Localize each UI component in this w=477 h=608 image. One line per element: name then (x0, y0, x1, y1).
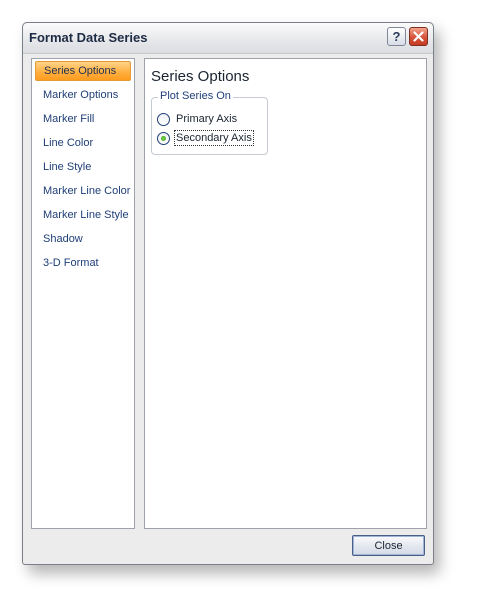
nav-item-3d-format[interactable]: 3-D Format (35, 253, 131, 273)
close-button[interactable]: Close (352, 535, 425, 556)
window-close-button[interactable] (409, 27, 428, 46)
nav-item-line-color[interactable]: Line Color (35, 133, 131, 153)
help-icon: ? (392, 29, 401, 44)
nav-item-series-options[interactable]: Series Options (35, 61, 131, 81)
dialog-title: Format Data Series (29, 30, 148, 45)
nav-item-marker-line-color[interactable]: Marker Line Color (35, 181, 131, 201)
nav-item-marker-options[interactable]: Marker Options (35, 85, 131, 105)
options-panel: Series Options Plot Series On Primary Ax… (144, 58, 427, 529)
title-bar[interactable]: Format Data Series ? (23, 23, 433, 54)
group-label: Plot Series On (158, 90, 233, 102)
secondary-axis-option[interactable]: Secondary Axis (157, 129, 254, 147)
plot-series-on-group: Plot Series On Primary Axis Secondary Ax… (151, 90, 268, 155)
help-button[interactable]: ? (387, 27, 406, 46)
nav-item-marker-fill[interactable]: Marker Fill (35, 109, 131, 129)
category-list: Series Options Marker Options Marker Fil… (31, 58, 135, 529)
nav-item-marker-line-style[interactable]: Marker Line Style (35, 205, 131, 225)
secondary-axis-radio[interactable] (157, 131, 170, 145)
panel-heading: Series Options (151, 68, 250, 85)
format-data-series-dialog: Format Data Series ? Series Options Mark… (22, 22, 434, 565)
primary-axis-label[interactable]: Primary Axis (176, 113, 237, 125)
primary-axis-radio[interactable] (157, 112, 170, 126)
close-x-icon (413, 31, 424, 42)
secondary-axis-label[interactable]: Secondary Axis (174, 130, 254, 146)
nav-item-line-style[interactable]: Line Style (35, 157, 131, 177)
primary-axis-option[interactable]: Primary Axis (157, 110, 237, 128)
nav-item-shadow[interactable]: Shadow (35, 229, 131, 249)
